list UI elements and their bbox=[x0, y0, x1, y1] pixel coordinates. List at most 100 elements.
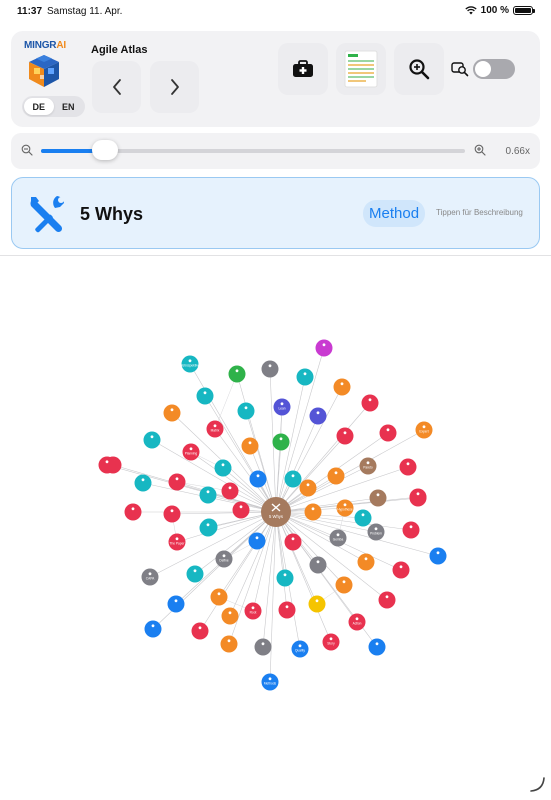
method-node[interactable] bbox=[335, 576, 353, 594]
mingrai-logo[interactable]: MINGRAI bbox=[24, 40, 66, 92]
method-node[interactable] bbox=[199, 486, 217, 504]
method-node[interactable] bbox=[237, 402, 255, 420]
toolbox-button[interactable] bbox=[278, 43, 328, 95]
method-node[interactable] bbox=[315, 339, 333, 357]
method-type-badge: Method bbox=[363, 200, 426, 227]
method-node[interactable] bbox=[248, 532, 266, 550]
method-node[interactable] bbox=[361, 394, 379, 412]
method-node[interactable] bbox=[399, 458, 417, 476]
method-node[interactable]: Pareto bbox=[359, 457, 377, 475]
method-node[interactable]: Expert bbox=[415, 421, 433, 439]
method-node[interactable] bbox=[369, 489, 387, 507]
method-node[interactable] bbox=[276, 569, 294, 587]
method-node[interactable] bbox=[124, 503, 142, 521]
method-node[interactable] bbox=[196, 387, 214, 405]
method-node[interactable] bbox=[220, 635, 238, 653]
lang-en-button[interactable]: EN bbox=[54, 98, 84, 115]
method-card[interactable]: 5 Whys Method Tippen für Beschreibung bbox=[11, 177, 540, 249]
method-node[interactable] bbox=[167, 595, 185, 613]
method-node[interactable] bbox=[284, 470, 302, 488]
lang-de-button[interactable]: DE bbox=[24, 98, 54, 115]
method-node-icon bbox=[105, 460, 109, 464]
method-node[interactable] bbox=[304, 503, 322, 521]
method-node[interactable]: Root bbox=[244, 602, 262, 620]
zoom-out-icon[interactable] bbox=[21, 144, 33, 156]
graph-edge bbox=[229, 511, 277, 617]
method-node-label: Hypothese bbox=[337, 508, 352, 512]
zoom-slider-thumb[interactable] bbox=[91, 140, 118, 160]
method-node[interactable]: Story bbox=[322, 633, 340, 651]
method-node[interactable]: Hypothese bbox=[336, 499, 354, 517]
method-node[interactable] bbox=[163, 505, 181, 523]
method-node[interactable] bbox=[272, 433, 290, 451]
method-node[interactable]: Quality bbox=[291, 640, 309, 658]
method-node[interactable] bbox=[210, 588, 228, 606]
method-node[interactable] bbox=[309, 407, 327, 425]
method-node-icon bbox=[256, 474, 260, 478]
method-node[interactable] bbox=[299, 479, 317, 497]
method-node[interactable] bbox=[429, 547, 447, 565]
method-node[interactable] bbox=[296, 368, 314, 386]
method-node[interactable]: Problem bbox=[367, 523, 385, 541]
method-node[interactable] bbox=[336, 427, 354, 445]
method-node[interactable] bbox=[392, 561, 410, 579]
method-node[interactable] bbox=[254, 638, 272, 656]
zoom-in-icon[interactable] bbox=[474, 144, 486, 156]
method-node[interactable] bbox=[199, 519, 217, 537]
method-node[interactable] bbox=[168, 473, 186, 491]
method-node[interactable] bbox=[144, 620, 162, 638]
back-button[interactable] bbox=[92, 61, 141, 113]
method-node[interactable] bbox=[221, 607, 239, 625]
method-node[interactable]: Lean bbox=[273, 398, 291, 416]
method-node[interactable] bbox=[278, 601, 296, 619]
method-node[interactable] bbox=[333, 378, 351, 396]
method-node[interactable] bbox=[284, 533, 302, 551]
method-node[interactable] bbox=[191, 622, 209, 640]
method-node[interactable] bbox=[308, 595, 326, 613]
method-node[interactable] bbox=[368, 638, 386, 656]
method-node[interactable] bbox=[221, 482, 239, 500]
method-node[interactable] bbox=[261, 360, 279, 378]
method-relation-graph[interactable]: Retrospektive Lean Matrix Expert Planning Par… bbox=[0, 256, 551, 780]
method-node[interactable]: Matrix bbox=[206, 420, 224, 438]
method-node-circle bbox=[392, 561, 410, 579]
method-node[interactable] bbox=[327, 467, 345, 485]
method-node[interactable] bbox=[214, 459, 232, 477]
description-toggle[interactable] bbox=[473, 59, 515, 79]
search-button[interactable] bbox=[394, 43, 444, 95]
logo-cube-icon bbox=[29, 55, 59, 87]
method-node[interactable]: CAPA bbox=[141, 568, 159, 586]
method-node[interactable] bbox=[143, 431, 161, 449]
method-node[interactable]: Gemba bbox=[329, 529, 347, 547]
method-node-circle bbox=[354, 509, 372, 527]
method-node-circle bbox=[399, 458, 417, 476]
overview-thumbnail-button[interactable] bbox=[336, 43, 386, 95]
method-node[interactable]: Planning bbox=[182, 443, 200, 461]
method-node[interactable] bbox=[163, 404, 181, 422]
method-node[interactable] bbox=[379, 424, 397, 442]
method-node[interactable] bbox=[249, 470, 267, 488]
method-node[interactable]: Methods bbox=[261, 673, 279, 691]
center-method-node[interactable]: 5 Whys bbox=[261, 497, 291, 527]
status-date: Samstag 11. Apr. bbox=[47, 6, 123, 17]
method-node[interactable] bbox=[357, 553, 375, 571]
method-node[interactable] bbox=[354, 509, 372, 527]
method-node[interactable] bbox=[98, 456, 116, 474]
method-node[interactable]: The Paper bbox=[168, 533, 186, 551]
method-node[interactable] bbox=[409, 488, 427, 506]
method-node[interactable] bbox=[309, 556, 327, 574]
method-node-icon bbox=[340, 382, 344, 386]
method-node[interactable]: Define bbox=[215, 550, 233, 568]
resize-grabber-icon[interactable] bbox=[528, 775, 546, 793]
method-node[interactable] bbox=[134, 474, 152, 492]
method-node-icon bbox=[334, 471, 338, 475]
forward-button[interactable] bbox=[150, 61, 199, 113]
method-node[interactable]: Action bbox=[348, 613, 366, 631]
method-node[interactable] bbox=[186, 565, 204, 583]
method-node[interactable] bbox=[228, 365, 246, 383]
method-node[interactable] bbox=[232, 501, 250, 519]
method-node[interactable] bbox=[402, 521, 420, 539]
method-node[interactable] bbox=[241, 437, 259, 455]
method-node[interactable] bbox=[378, 591, 396, 609]
method-node[interactable]: Retrospektive bbox=[180, 355, 200, 373]
